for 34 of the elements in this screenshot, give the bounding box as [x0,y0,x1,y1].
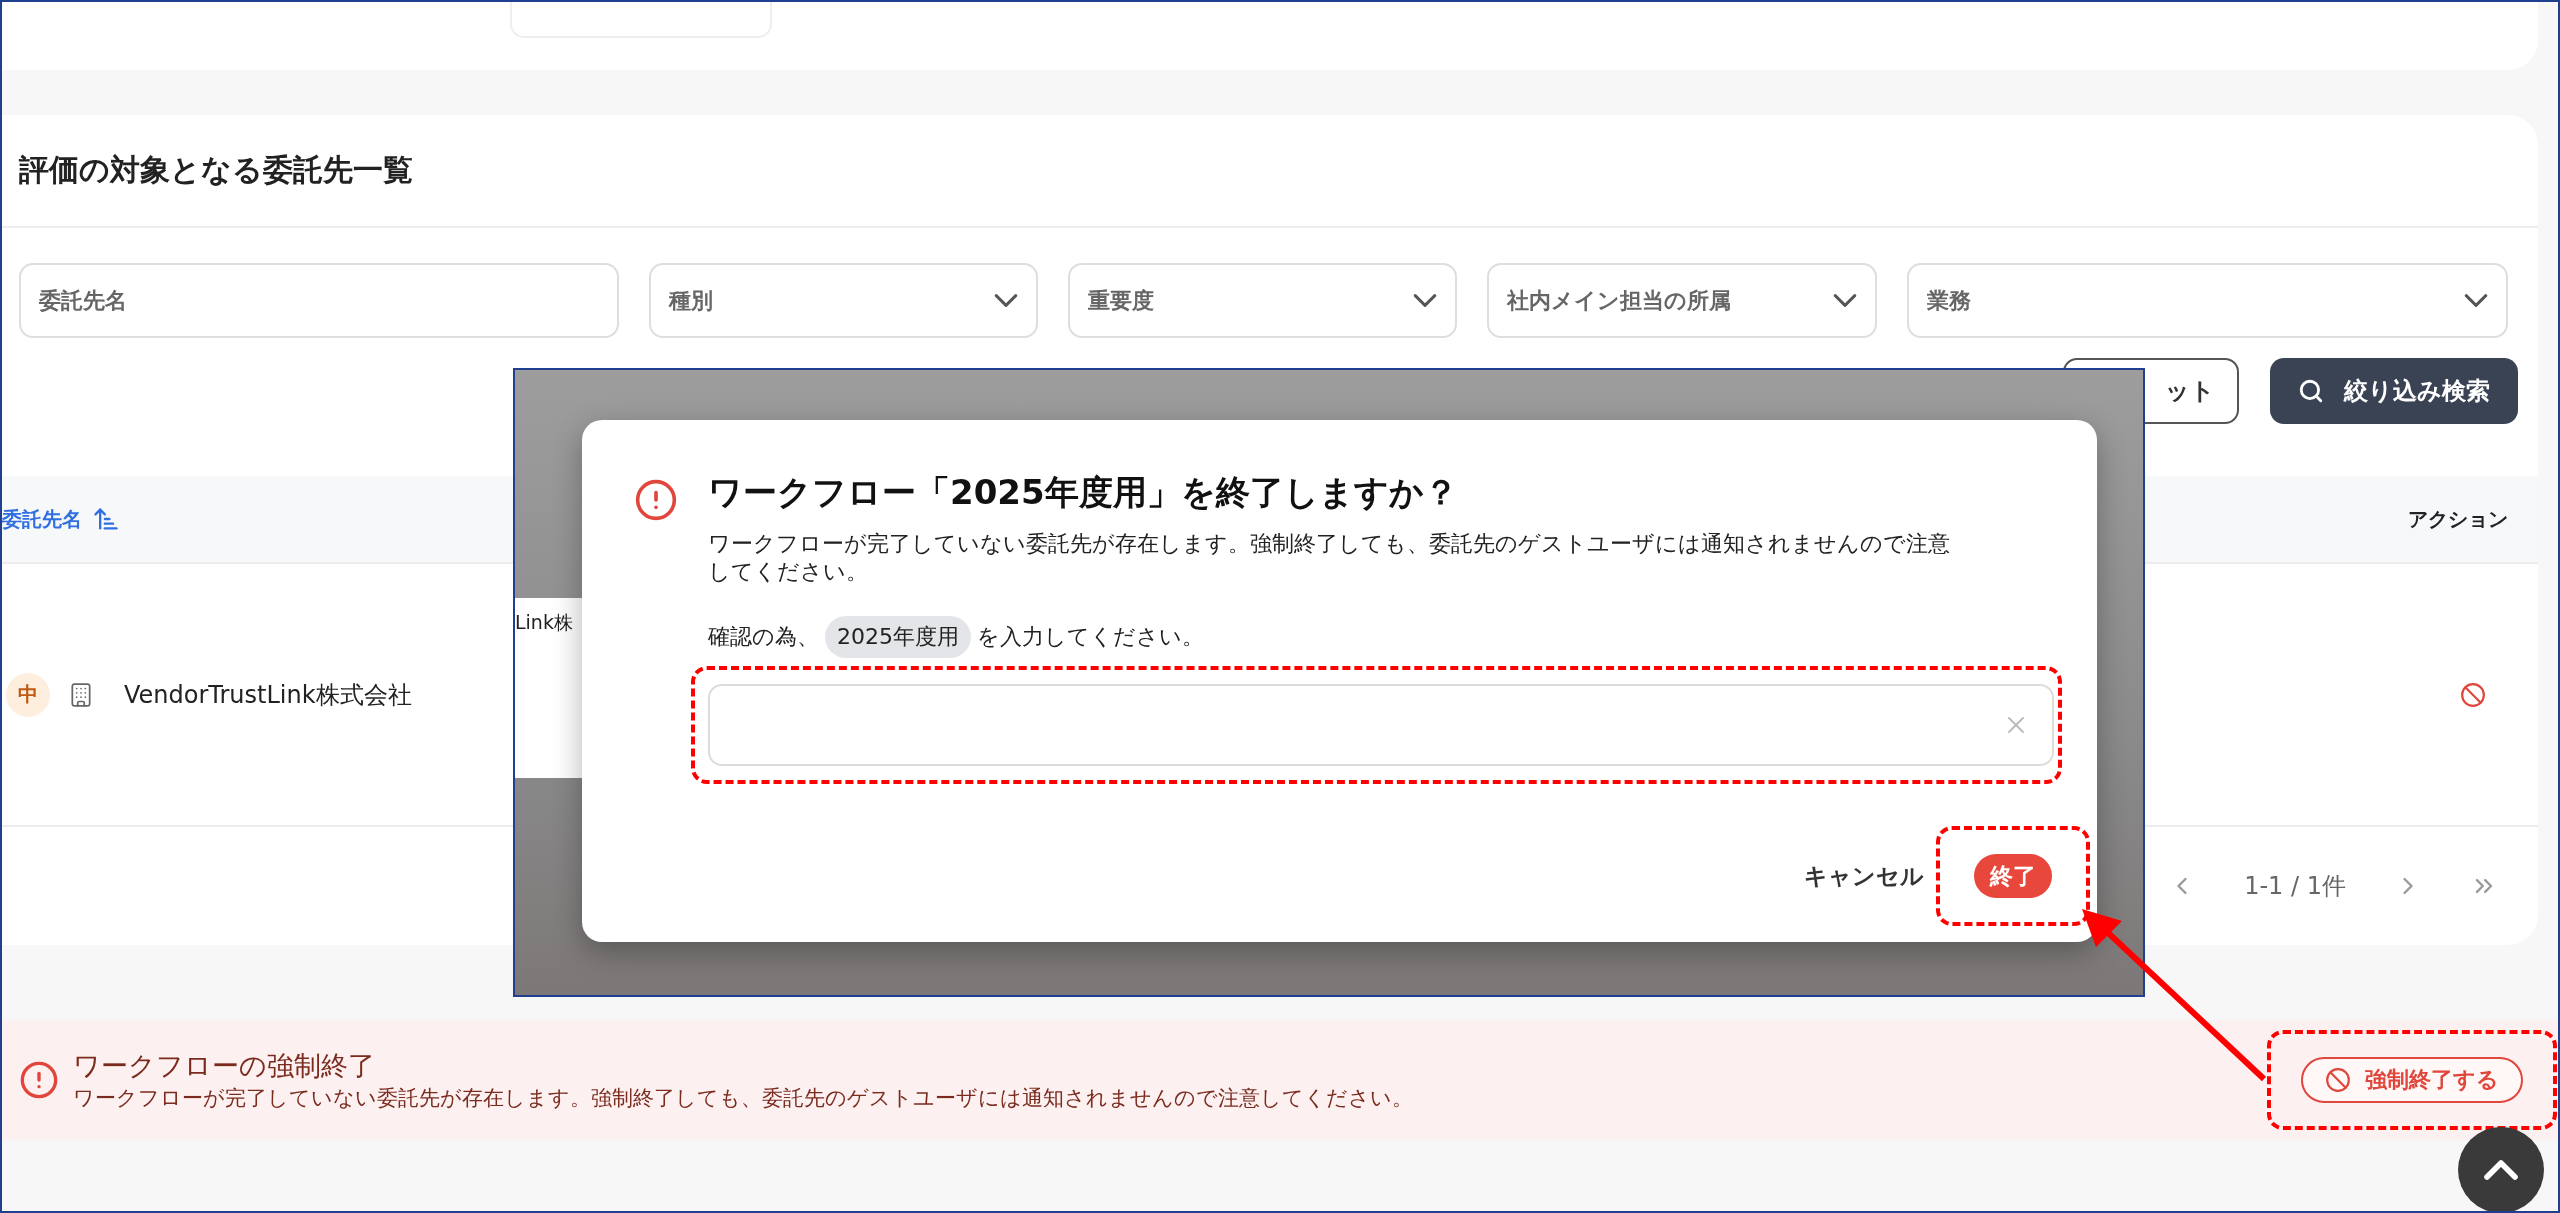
table-cell-text: VendorTrustLink株式会社 [124,679,412,711]
force-end-button[interactable]: 強制終了する [2301,1057,2523,1103]
alert-title: ワークフローの強制終了 [73,1049,376,1083]
alert-icon [634,478,678,522]
search-field[interactable]: 委託先名 [19,263,619,338]
table-cell-text: Link株 [515,610,573,635]
ban-icon [2325,1067,2351,1093]
alert-message: ワークフローが完了していない委託先が存在します。強制終了しても、委託先のゲストユーザには通知されませんので注意してください。 [73,1085,1414,1112]
filter-select[interactable]: 重要度 [1068,263,1457,338]
building-icon [68,681,94,708]
column-header[interactable]: アクション [2408,505,2508,533]
search-button[interactable]: 絞り込み検索 [2270,358,2518,424]
confirm-label: を入力してください。 [977,623,1204,651]
chevron-down-icon [2464,294,2488,307]
search-icon [2298,378,2324,404]
chevron-down-icon [1413,294,1437,307]
dialog-message: ワークフローが完了していない委託先が存在します。強制終了しても、委託先のゲストユーザには通知されませんので注意してください。 [708,530,1951,586]
chevron-down-icon [1833,294,1857,307]
section-title: 評価の対象となる委託先一覧 [19,151,413,189]
confirm-token: 2025年度用 [825,616,971,658]
dialog-title: ワークフロー「2025年度用」を終了しますか？ [708,471,1459,514]
page-range: 1-1 / 1件 [2244,871,2346,902]
chevron-down-icon [994,294,1018,307]
end-button[interactable]: 終了 [1974,854,2052,898]
input-field[interactable] [708,684,2054,766]
priority-badge: 中 [6,672,50,717]
column-header[interactable]: 委託先名 [2,505,120,533]
confirm-label: 確認の為、 [708,623,819,651]
cancel-button[interactable]: キャンセル [1798,859,1930,893]
alert-icon [19,1060,59,1100]
filter-select[interactable]: 社内メイン担当の所属 [1487,263,1877,338]
filter-select[interactable]: 業務 [1907,263,2508,338]
ban-icon[interactable] [2460,681,2486,708]
filter-select[interactable]: 種別 [649,263,1038,338]
